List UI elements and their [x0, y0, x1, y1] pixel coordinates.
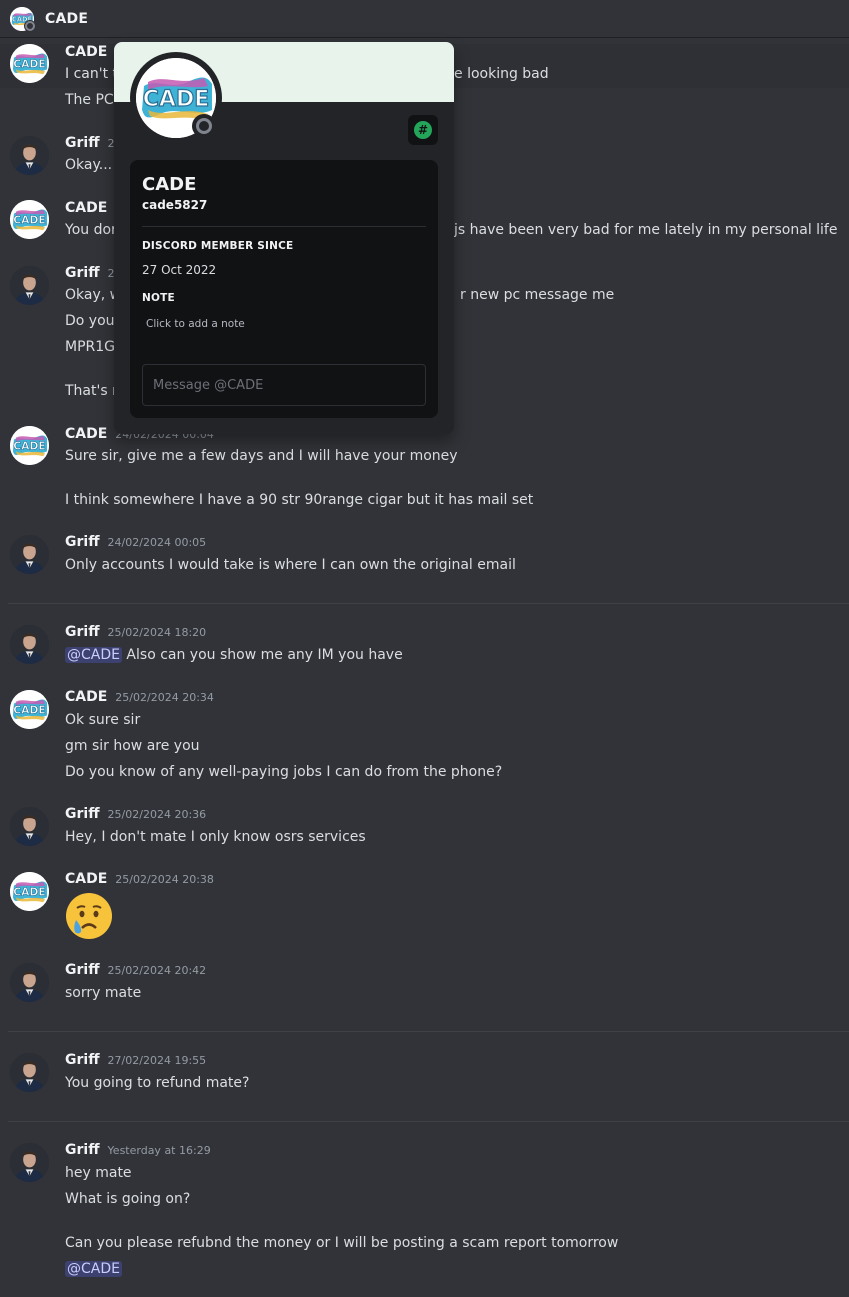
offline-status-icon	[192, 114, 216, 138]
message-text: js have been very bad for me lately in m…	[454, 222, 838, 238]
member-since-date: 27 Oct 2022	[142, 263, 217, 277]
message-user-input[interactable]: Message @CADE	[142, 364, 426, 406]
profile-divider	[142, 226, 426, 227]
message-text: Hey, I don't mate I only know osrs servi…	[65, 829, 366, 845]
message-author[interactable]: Griff 25/02/2024 18:20	[65, 624, 206, 640]
message-author[interactable]: Griff 24/02/2024 00:05	[65, 534, 206, 550]
avatar[interactable]	[10, 200, 49, 239]
message-text: Ok sure sir	[65, 712, 141, 728]
avatar[interactable]	[10, 807, 49, 846]
timestamp: 25/02/2024 20:42	[107, 964, 207, 977]
avatar[interactable]	[10, 690, 49, 729]
user-profile-popout: # CADE cade5827 DISCORD MEMBER SINCE 27 …	[114, 42, 454, 434]
date-divider	[8, 1031, 849, 1032]
message-text: MPR1G	[65, 339, 116, 355]
avatar[interactable]	[10, 535, 49, 574]
note-field[interactable]: Click to add a note	[146, 318, 245, 330]
message-author[interactable]: CADE 25/02/2024 20:38	[65, 871, 214, 887]
timestamp: 25/02/2024 20:38	[115, 873, 214, 886]
message-text: Only accounts I would take is where I ca…	[65, 557, 516, 573]
user-mention[interactable]: @CADE	[65, 1261, 122, 1277]
message-author[interactable]: CADE 25/02/2024 20:34	[65, 689, 214, 705]
avatar[interactable]	[10, 44, 49, 83]
message-text: Can you please refubnd the money or I wi…	[65, 1235, 619, 1251]
message-author[interactable]: CADE	[65, 200, 107, 216]
message-author[interactable]: Griff Yesterday at 16:29	[65, 1142, 211, 1158]
message-text: Do you know of any well-paying jobs I ca…	[65, 764, 503, 780]
offline-status-icon	[24, 20, 36, 32]
message-text: e looking bad	[454, 66, 549, 82]
avatar[interactable]	[10, 872, 49, 911]
message-text: You dor	[65, 222, 117, 238]
message-text: Sure sir, give me a few days and I will …	[65, 448, 458, 464]
message-text: gm sir how are you	[65, 738, 200, 754]
message-text: hey mate	[65, 1165, 132, 1181]
user-mention[interactable]: @CADE	[65, 647, 122, 663]
message-text: @CADE	[65, 1261, 122, 1277]
crying-face-emoji[interactable]	[65, 892, 115, 942]
message-text: That's r	[65, 383, 118, 399]
note-heading: NOTE	[142, 292, 175, 304]
avatar[interactable]	[10, 136, 49, 175]
avatar[interactable]	[10, 1143, 49, 1182]
message-author[interactable]: Griff 27/02/2024 19:55	[65, 1052, 206, 1068]
date-divider	[8, 1121, 849, 1122]
message-text: @CADE Also can you show me any IM you ha…	[65, 647, 403, 663]
timestamp: 27/02/2024 19:55	[107, 1054, 207, 1067]
message-text: Okay...	[65, 157, 113, 173]
timestamp: Yesterday at 16:29	[107, 1144, 211, 1157]
message-text: What is going on?	[65, 1191, 191, 1207]
avatar[interactable]	[10, 426, 49, 465]
message-text: Do you	[65, 313, 115, 329]
dm-title: CADE	[45, 10, 89, 27]
profile-display-name: CADE	[142, 174, 197, 195]
timestamp: 25/02/2024 20:36	[107, 808, 207, 821]
member-since-heading: DISCORD MEMBER SINCE	[142, 240, 294, 252]
timestamp: 25/02/2024 20:34	[115, 691, 214, 704]
timestamp: 25/02/2024 18:20	[107, 626, 207, 639]
avatar[interactable]	[10, 1053, 49, 1092]
profile-username[interactable]: cade5827	[142, 198, 207, 212]
message-text: You going to refund mate?	[65, 1075, 250, 1091]
message-text: sorry mate	[65, 985, 142, 1001]
message-text: The PC	[65, 92, 114, 108]
message-text: Okay, w	[65, 287, 122, 303]
avatar[interactable]	[10, 963, 49, 1002]
message-author[interactable]: Griff 25/02/2024 20:42	[65, 962, 206, 978]
timestamp: 24/02/2024 00:05	[107, 536, 207, 549]
avatar[interactable]	[10, 625, 49, 664]
message-text: I can't t	[65, 66, 119, 82]
avatar[interactable]	[10, 266, 49, 305]
message-author[interactable]: CADE	[65, 44, 107, 60]
date-divider	[8, 603, 849, 604]
message-text: r new pc message me	[460, 287, 615, 303]
message-text: I think somewhere I have a 90 str 90rang…	[65, 492, 534, 508]
hash-badge-icon[interactable]: #	[408, 115, 438, 145]
profile-card: CADE cade5827 DISCORD MEMBER SINCE 27 Oc…	[130, 160, 438, 418]
message-author[interactable]: Griff 25/02/2024 20:36	[65, 806, 206, 822]
top-bar: CADE	[0, 0, 849, 38]
